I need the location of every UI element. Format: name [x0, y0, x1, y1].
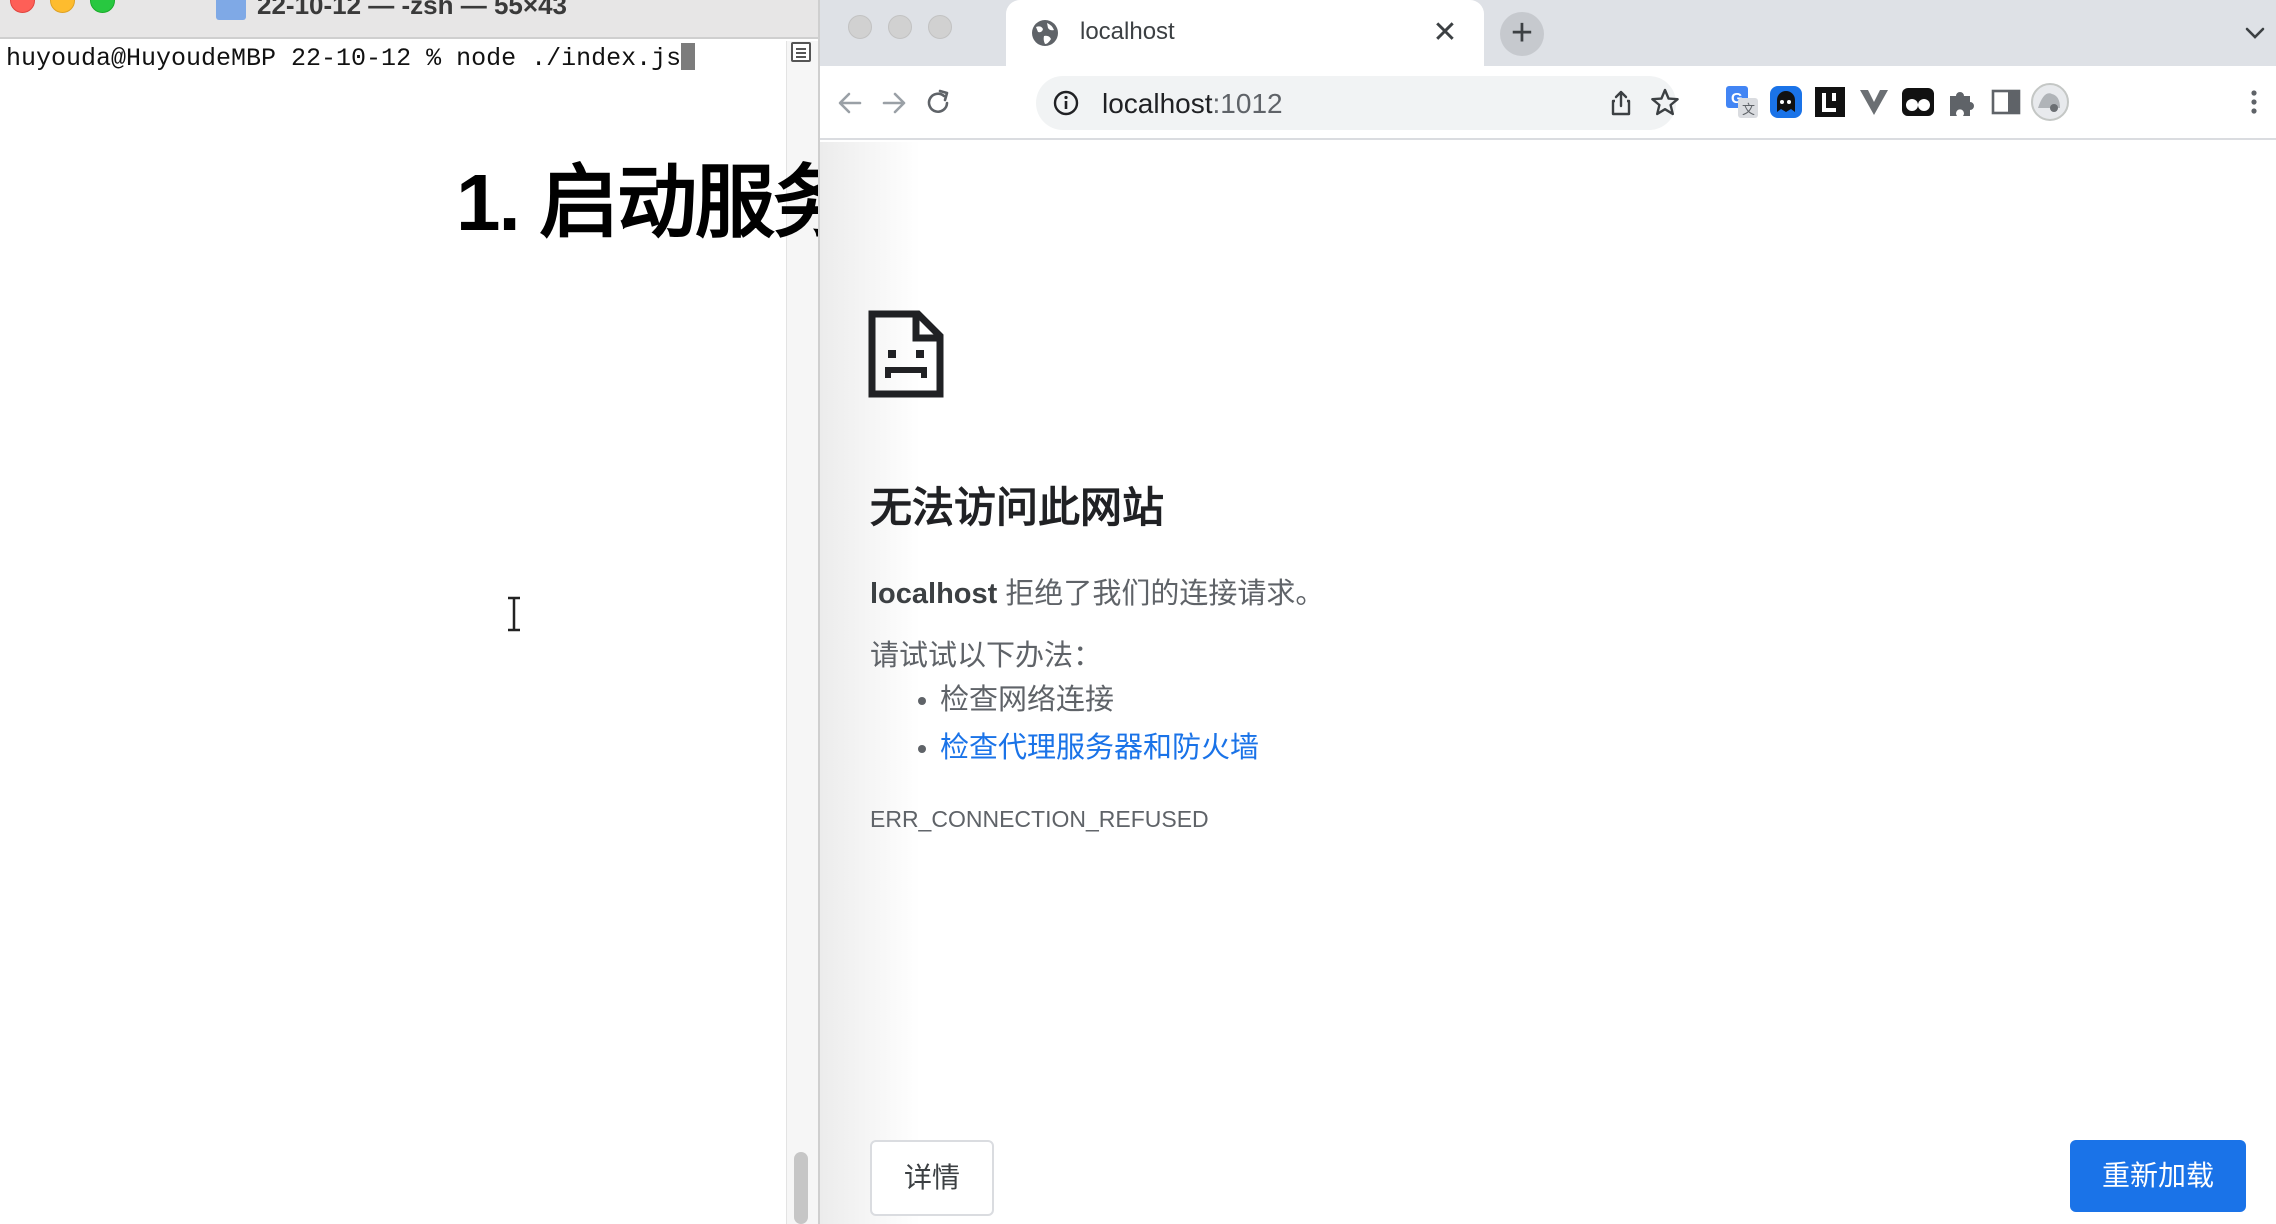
suggestion-check-network: 检查网络连接	[917, 676, 1259, 724]
error-code: ERR_CONNECTION_REFUSED	[870, 806, 1209, 832]
terminal-titlebar: 22-10-12 — -zsh — 55×43	[0, 0, 818, 39]
error-page: 无法访问此网站 localhost 拒绝了我们的连接请求。 请试试以下办法： 检…	[820, 142, 2276, 1224]
url-port: :1012	[1212, 88, 1283, 119]
terminal-prompt-line: huyouda@HuyoudeMBP 22-10-12 % node ./ind…	[6, 43, 696, 73]
new-tab-button[interactable]: +	[1500, 12, 1544, 56]
tab-strip: localhost ✕ +	[820, 0, 2276, 66]
error-heading: 无法访问此网站	[870, 484, 1165, 531]
suggestion-check-proxy-link[interactable]: 检查代理服务器和防火墙	[917, 724, 1259, 772]
details-button[interactable]: 详情	[870, 1140, 994, 1216]
url-host: localhost	[1102, 88, 1213, 119]
url-text[interactable]: localhost:1012	[1102, 88, 1283, 120]
error-description: localhost 拒绝了我们的连接请求。	[870, 570, 1324, 612]
close-tab-icon[interactable]: ✕	[1428, 16, 1462, 50]
terminal-title: 22-10-12 — -zsh — 55×43	[257, 0, 567, 20]
reload-icon[interactable]	[920, 85, 956, 121]
browser-toolbar: localhost:1012 G 文	[820, 66, 2276, 140]
address-bar[interactable]: localhost:1012	[1036, 76, 1679, 130]
overlay-caption: 1. 启动服务	[456, 158, 853, 247]
terminal-window: 22-10-12 — -zsh — 55×43 huyouda@HuyoudeM…	[0, 0, 853, 1224]
menu-kebab-icon[interactable]	[2236, 84, 2272, 120]
zoom-window-button[interactable]	[90, 0, 115, 13]
sad-page-icon	[868, 310, 944, 398]
tab-title: localhost	[1080, 18, 1175, 45]
tab-localhost[interactable]: localhost ✕	[1006, 0, 1484, 66]
forward-arrow-icon[interactable]	[876, 85, 912, 121]
terminal-scroll-thumb[interactable]	[794, 1152, 808, 1224]
svg-text:文: 文	[1742, 102, 1755, 117]
terminal-command: huyouda@HuyoudeMBP 22-10-12 % node ./ind…	[6, 44, 682, 73]
zoom-window-button[interactable]	[928, 15, 952, 39]
ghost-icon[interactable]	[1768, 84, 1804, 120]
error-host: localhost	[870, 578, 998, 610]
try-label: 请试试以下办法：	[870, 640, 1103, 672]
l-square-icon[interactable]	[1812, 84, 1848, 120]
tab-search-chevron-icon[interactable]	[2240, 18, 2270, 48]
suggestion-list: 检查网络连接 检查代理服务器和防火墙	[917, 676, 1259, 772]
minimize-window-button[interactable]	[50, 0, 75, 13]
browser-window: localhost ✕ + localhost:1012 G 文 无法访问此网站…	[818, 0, 2276, 1224]
minimize-window-button[interactable]	[888, 15, 912, 39]
side-panel-icon[interactable]	[1988, 84, 2024, 120]
puzzle-icon[interactable]	[1944, 84, 1980, 120]
terminal-cursor	[681, 43, 696, 70]
error-desc-text: 拒绝了我们的连接请求。	[997, 578, 1325, 610]
share-icon[interactable]	[1606, 88, 1636, 118]
close-window-button[interactable]	[848, 15, 872, 39]
terminal-scroll-menu-icon[interactable]	[791, 42, 811, 62]
glasses-icon[interactable]	[1900, 84, 1936, 120]
reload-button[interactable]: 重新加载	[2070, 1140, 2246, 1212]
site-info-icon[interactable]	[1052, 89, 1080, 117]
profile-avatar[interactable]	[2030, 82, 2070, 122]
translate-icon[interactable]: G 文	[1724, 84, 1760, 120]
v-logo-icon[interactable]	[1856, 84, 1892, 120]
bookmark-star-icon[interactable]	[1648, 86, 1682, 120]
globe-icon	[1032, 20, 1058, 46]
close-window-button[interactable]	[10, 0, 35, 13]
ibeam-cursor-icon	[508, 596, 520, 632]
folder-icon	[216, 0, 246, 20]
back-arrow-icon[interactable]	[832, 85, 868, 121]
page-shadow-edge	[820, 142, 920, 1224]
